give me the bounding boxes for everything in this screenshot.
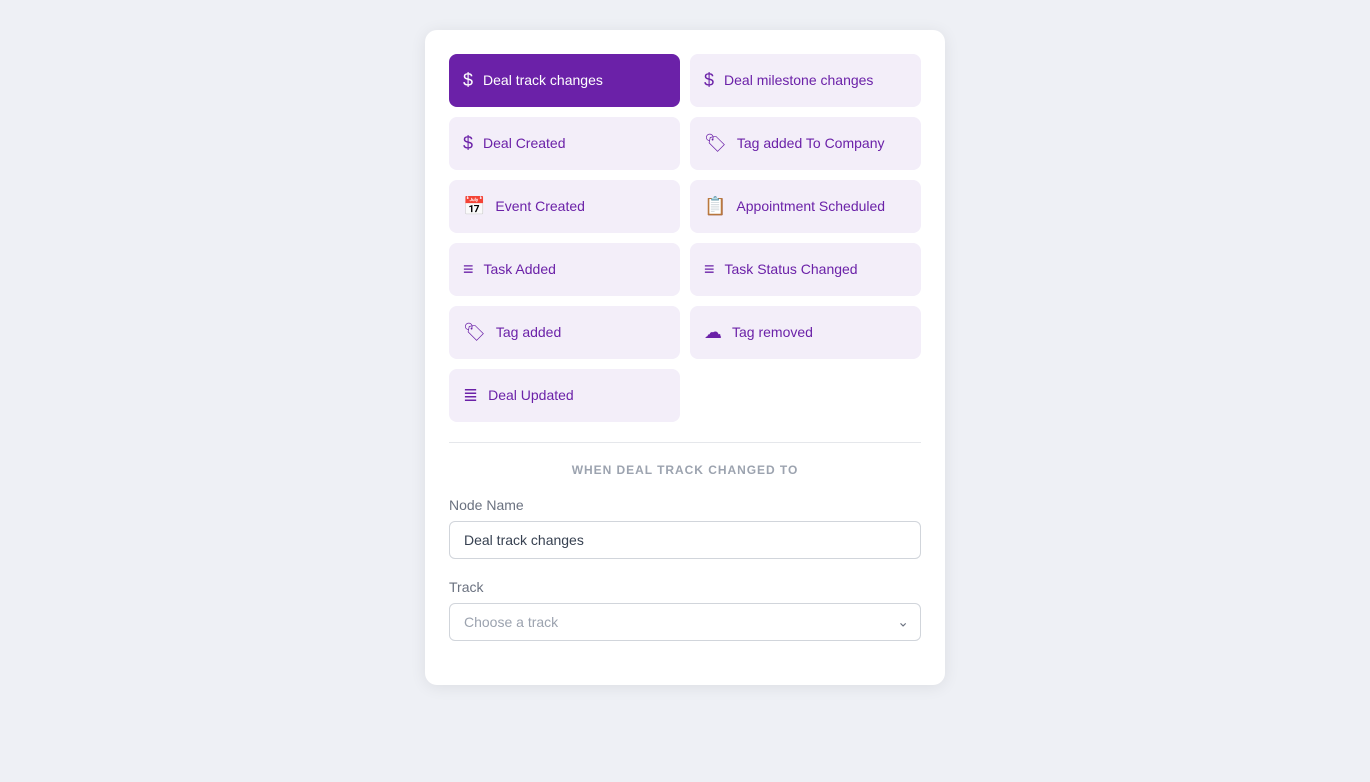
main-panel: $ Deal track changes $ Deal milestone ch… bbox=[425, 30, 945, 685]
tag-remove-icon: ☁ bbox=[704, 322, 722, 343]
node-name-group: Node Name bbox=[449, 497, 921, 559]
section-title: WHEN DEAL TRACK CHANGED TO bbox=[449, 463, 921, 477]
trigger-label-6: Appointment Scheduled bbox=[736, 197, 885, 215]
trigger-grid: $ Deal track changes $ Deal milestone ch… bbox=[449, 54, 921, 422]
trigger-tag-added[interactable]: 🏷 Tag added bbox=[449, 306, 680, 359]
trigger-label-7: Task Added bbox=[484, 260, 556, 278]
task-status-icon: ≡ bbox=[704, 259, 715, 280]
trigger-label-3: Deal Created bbox=[483, 134, 566, 152]
trigger-deal-updated[interactable]: ≣ Deal Updated bbox=[449, 369, 680, 422]
node-name-label: Node Name bbox=[449, 497, 921, 513]
trigger-label-2: Deal milestone changes bbox=[724, 71, 873, 89]
trigger-deal-milestone-changes[interactable]: $ Deal milestone changes bbox=[690, 54, 921, 107]
track-label: Track bbox=[449, 579, 921, 595]
dollar-icon: $ bbox=[463, 70, 473, 91]
trigger-label-11: Deal Updated bbox=[488, 386, 574, 404]
trigger-label-10: Tag removed bbox=[732, 323, 813, 341]
empty-cell bbox=[690, 369, 921, 422]
trigger-tag-added-to-company[interactable]: 🏷 Tag added To Company bbox=[690, 117, 921, 170]
trigger-label: Deal track changes bbox=[483, 71, 603, 89]
appointment-icon: 📋 bbox=[704, 196, 726, 217]
tag-add-icon: 🏷 bbox=[463, 322, 486, 343]
track-group: Track Choose a track Track 1 Track 2 ⌄ bbox=[449, 579, 921, 641]
dollar-icon-3: $ bbox=[463, 133, 473, 154]
trigger-label-4: Tag added To Company bbox=[737, 134, 885, 152]
trigger-event-created[interactable]: 📅 Event Created bbox=[449, 180, 680, 233]
trigger-label-8: Task Status Changed bbox=[725, 260, 858, 278]
trigger-appointment-scheduled[interactable]: 📋 Appointment Scheduled bbox=[690, 180, 921, 233]
tag-icon: 🏷 bbox=[704, 133, 727, 154]
dollar-icon-2: $ bbox=[704, 70, 714, 91]
trigger-tag-removed[interactable]: ☁ Tag removed bbox=[690, 306, 921, 359]
node-name-input[interactable] bbox=[449, 521, 921, 559]
trigger-deal-track-changes[interactable]: $ Deal track changes bbox=[449, 54, 680, 107]
trigger-task-added[interactable]: ≡ Task Added bbox=[449, 243, 680, 296]
track-select-wrapper: Choose a track Track 1 Track 2 ⌄ bbox=[449, 603, 921, 641]
trigger-label-9: Tag added bbox=[496, 323, 561, 341]
trigger-task-status-changed[interactable]: ≡ Task Status Changed bbox=[690, 243, 921, 296]
task-icon: ≡ bbox=[463, 259, 474, 280]
deal-updated-icon: ≣ bbox=[463, 385, 478, 406]
trigger-label-5: Event Created bbox=[495, 197, 585, 215]
trigger-deal-created[interactable]: $ Deal Created bbox=[449, 117, 680, 170]
section-divider bbox=[449, 442, 921, 443]
calendar-icon: 📅 bbox=[463, 196, 485, 217]
track-select[interactable]: Choose a track Track 1 Track 2 bbox=[449, 603, 921, 641]
